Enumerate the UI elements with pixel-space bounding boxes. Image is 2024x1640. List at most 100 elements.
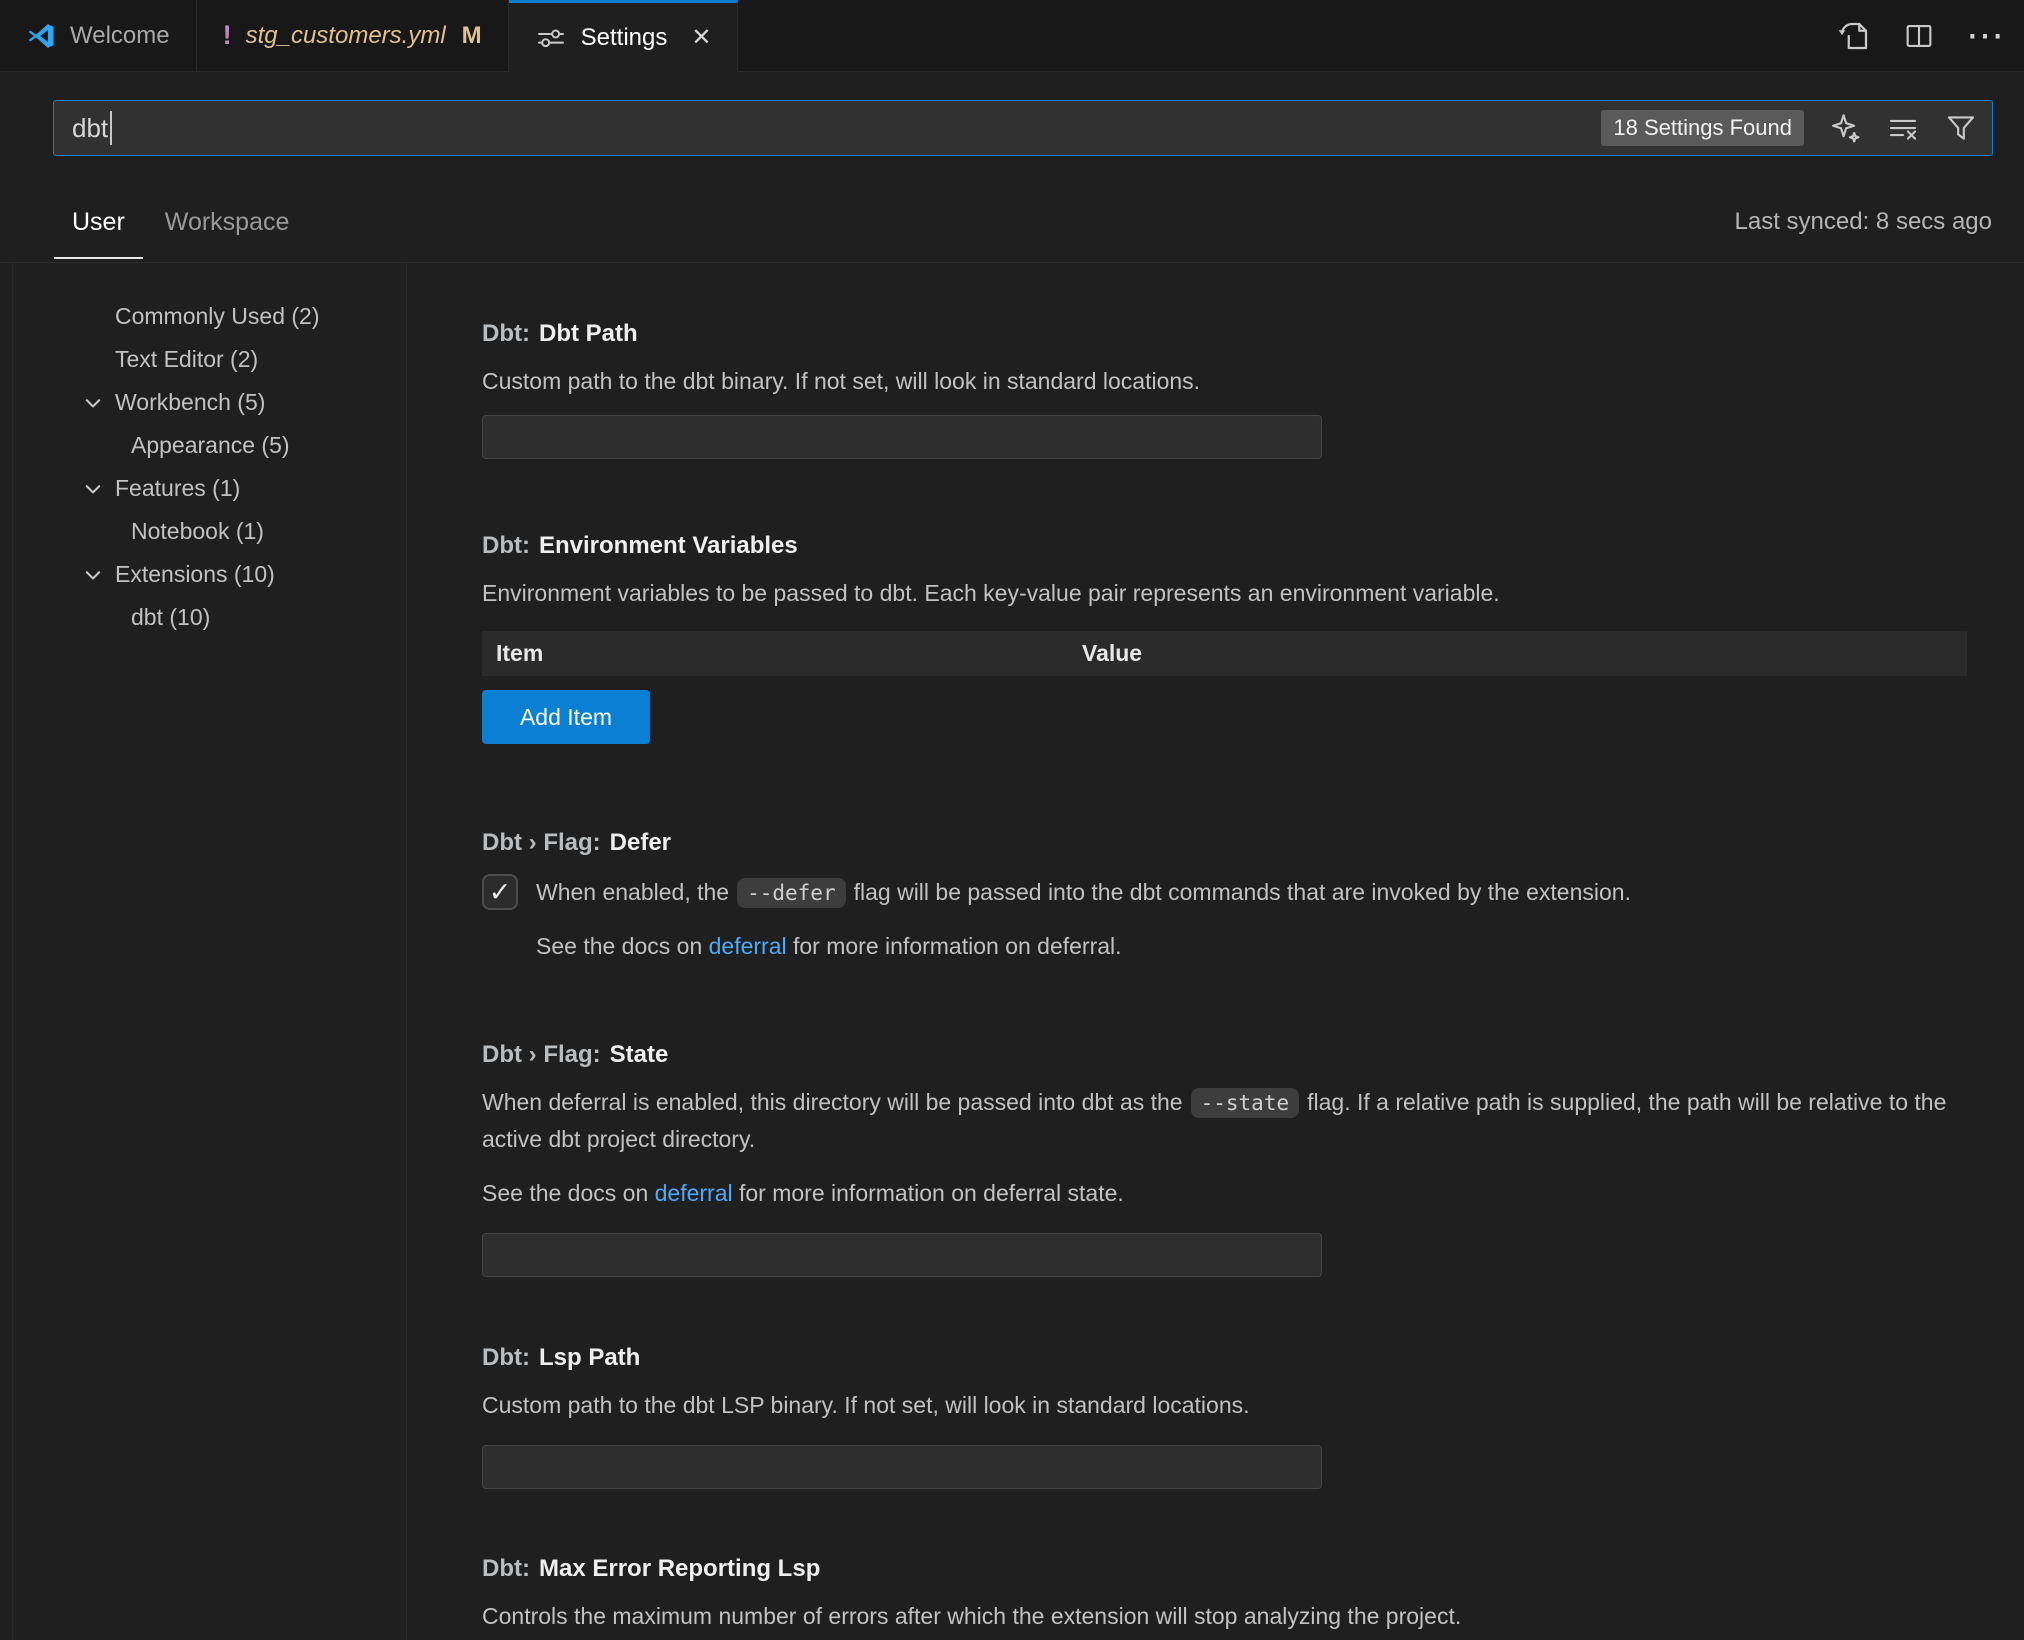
setting-category: Dbt: — [482, 320, 530, 347]
setting-description: Environment variables to be passed to db… — [482, 575, 1967, 611]
setting-lsp-path: Dbt: Lsp Path Custom path to the dbt LSP … — [482, 1343, 1967, 1489]
setting-label: Max Error Reporting Lsp — [539, 1555, 820, 1582]
setting-environment-variables: Dbt: Environment Variables Environment va… — [482, 531, 1967, 744]
lsp-path-input[interactable] — [482, 1445, 1322, 1489]
toc-label: Features (1) — [115, 475, 240, 502]
setting-max-error-reporting-lsp: Dbt: Max Error Reporting Lsp Controls the… — [482, 1554, 1967, 1640]
toc-label: Notebook (1) — [131, 518, 264, 545]
settings-list: Dbt: Dbt Path Custom path to the dbt bina… — [407, 263, 2024, 1640]
column-header-item: Item — [482, 640, 1080, 667]
scope-tab-user[interactable]: User — [70, 182, 127, 262]
setting-dbt-path: Dbt: Dbt Path Custom path to the dbt bina… — [482, 319, 1967, 459]
state-path-input[interactable] — [482, 1233, 1322, 1277]
settings-body: Commonly Used (2) Text Editor (2) Workbe… — [0, 263, 2024, 1640]
toc-item-workbench[interactable]: Workbench (5) — [0, 381, 406, 424]
tab-label: Settings — [581, 24, 668, 52]
setting-description: When deferral is enabled, this directory… — [482, 1084, 1967, 1157]
clear-search-icon[interactable] — [1886, 111, 1920, 145]
dbt-path-input[interactable] — [482, 415, 1322, 459]
note-text: for more information on deferral state. — [739, 1180, 1124, 1206]
search-query-text: dbt — [72, 113, 108, 144]
tab-label: Welcome — [70, 22, 170, 50]
code-state-flag: --state — [1191, 1088, 1300, 1118]
editor-actions: ⋯ — [1836, 0, 2006, 72]
close-icon[interactable]: ✕ — [691, 23, 711, 52]
tab-welcome[interactable]: Welcome — [0, 0, 197, 71]
tab-label: stg_customers.yml — [246, 22, 446, 50]
note-text: See the docs on — [536, 933, 702, 959]
checkbox-description: When enabled, the--deferflag will be pas… — [536, 879, 1631, 906]
setting-label: Dbt Path — [539, 320, 638, 347]
column-header-value: Value — [1080, 640, 1142, 667]
setting-flag-state: Dbt › Flag: State When deferral is enable… — [482, 1040, 1967, 1277]
deferral-docs-link[interactable]: deferral — [655, 1180, 733, 1206]
setting-label: State — [610, 1041, 669, 1068]
desc-text: When deferral is enabled, this directory… — [482, 1089, 1183, 1115]
editor-tab-bar: Welcome ! stg_customers.yml M Settings ✕… — [0, 0, 2024, 72]
setting-title: Dbt: Environment Variables — [482, 531, 1967, 561]
warning-icon: ! — [223, 20, 232, 51]
settings-search-area: dbt 18 Settings Found — [0, 72, 2024, 182]
note-text: See the docs on — [482, 1180, 648, 1206]
setting-note: See the docs on deferral for more inform… — [482, 1175, 1967, 1211]
setting-title: Dbt › Flag: Defer — [482, 828, 1967, 858]
add-item-button[interactable]: Add Item — [482, 690, 650, 744]
text-cursor — [110, 111, 112, 145]
toc-item-text-editor[interactable]: Text Editor (2) — [0, 338, 406, 381]
chevron-down-icon — [82, 478, 104, 500]
setting-label: Defer — [610, 829, 671, 856]
toc-label: Workbench (5) — [115, 389, 265, 416]
toc-item-features[interactable]: Features (1) — [0, 467, 406, 510]
settings-search-input[interactable]: dbt 18 Settings Found — [53, 100, 1993, 156]
modified-badge: M — [462, 22, 482, 50]
toc-label: Commonly Used (2) — [115, 303, 320, 330]
setting-title: Dbt: Max Error Reporting Lsp — [482, 1554, 1967, 1584]
note-text: for more information on deferral. — [793, 933, 1122, 959]
setting-category: Dbt: — [482, 1344, 530, 1371]
toc-item-notebook[interactable]: Notebook (1) — [0, 510, 406, 553]
toc-label: Extensions (10) — [115, 561, 275, 588]
split-editor-icon[interactable] — [1902, 19, 1936, 53]
setting-category: Dbt › Flag: — [482, 829, 601, 856]
setting-description: Custom path to the dbt LSP binary. If no… — [482, 1387, 1967, 1423]
setting-note: See the docs on deferral for more inform… — [482, 928, 1967, 964]
toc-item-extensions[interactable]: Extensions (10) — [0, 553, 406, 596]
toc-item-commonly-used[interactable]: Commonly Used (2) — [0, 295, 406, 338]
desc-text: flag will be passed into the dbt command… — [854, 879, 1631, 905]
code-defer-flag: --defer — [737, 878, 846, 908]
tab-settings[interactable]: Settings ✕ — [509, 0, 739, 72]
toc-label: Appearance (5) — [131, 432, 290, 459]
setting-title: Dbt › Flag: State — [482, 1040, 1967, 1070]
setting-label: Lsp Path — [539, 1344, 640, 1371]
settings-scope-row: User Workspace Last synced: 8 secs ago — [0, 182, 2024, 263]
setting-description: Custom path to the dbt binary. If not se… — [482, 363, 1967, 399]
setting-title: Dbt: Lsp Path — [482, 1343, 1967, 1373]
defer-checkbox[interactable]: ✓ — [482, 874, 518, 910]
filter-funnel-icon[interactable] — [1944, 111, 1978, 145]
setting-category: Dbt: — [482, 532, 530, 559]
deferral-docs-link[interactable]: deferral — [709, 933, 787, 959]
open-settings-json-icon[interactable] — [1836, 18, 1872, 54]
env-variables-table: Item Value — [482, 631, 1967, 676]
last-synced-label: Last synced: 8 secs ago — [1735, 208, 1992, 236]
checkbox-row: ✓ When enabled, the--deferflag will be p… — [482, 874, 1967, 910]
sparkle-ai-icon[interactable] — [1828, 111, 1862, 145]
setting-category: Dbt: — [482, 1555, 530, 1582]
toc-item-appearance[interactable]: Appearance (5) — [0, 424, 406, 467]
tab-stg-customers-yml[interactable]: ! stg_customers.yml M — [197, 0, 509, 71]
setting-category: Dbt › Flag: — [482, 1041, 601, 1068]
toc-label: Text Editor (2) — [115, 346, 258, 373]
table-header-row: Item Value — [482, 631, 1967, 676]
toc-label: dbt (10) — [131, 604, 210, 631]
checkmark-icon: ✓ — [489, 879, 512, 906]
settings-toc: Commonly Used (2) Text Editor (2) Workbe… — [0, 263, 407, 1640]
scope-tab-workspace[interactable]: Workspace — [163, 182, 292, 262]
settings-sliders-icon — [535, 22, 567, 54]
toc-item-dbt[interactable]: dbt (10) — [0, 596, 406, 639]
setting-label: Environment Variables — [539, 532, 798, 559]
chevron-down-icon — [82, 564, 104, 586]
search-toolbar — [1828, 111, 1978, 145]
setting-description: Controls the maximum number of errors af… — [482, 1598, 1967, 1634]
more-actions-icon[interactable]: ⋯ — [1966, 17, 2006, 55]
results-count-badge: 18 Settings Found — [1601, 110, 1804, 146]
